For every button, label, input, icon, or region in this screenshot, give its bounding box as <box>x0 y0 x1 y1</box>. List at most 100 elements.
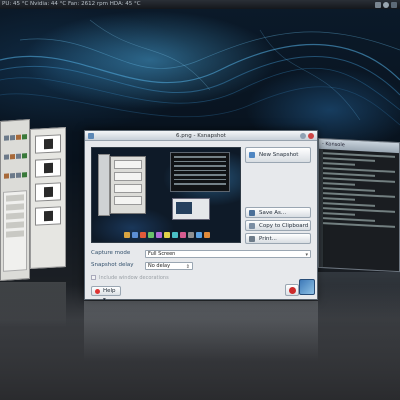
picker-tool-icon[interactable] <box>9 172 15 178</box>
capture-mode-value: Full Screen <box>148 251 176 257</box>
snapshot-delay-value: No delay <box>148 263 171 269</box>
camera-icon <box>249 152 255 158</box>
print-button[interactable]: Print... <box>245 233 311 244</box>
layer-thumbnail[interactable] <box>35 158 61 178</box>
network-icon[interactable] <box>375 1 381 8</box>
dock-app-icon <box>164 232 170 238</box>
close-icon[interactable] <box>308 133 314 139</box>
gimp-toolbox-window[interactable] <box>0 118 30 282</box>
preview-dock <box>122 232 212 240</box>
layers-window[interactable] <box>30 127 66 269</box>
snapshot-delay-spinbox[interactable]: No delay ⇕ <box>145 262 193 270</box>
spin-arrows-icon: ⇕ <box>185 264 190 270</box>
ksnapshot-logo-icon <box>299 279 315 295</box>
save-icon <box>249 210 255 216</box>
dock-app-icon <box>204 232 210 238</box>
layer-thumbnail[interactable] <box>35 206 61 226</box>
layer-thumbnail[interactable] <box>35 134 61 154</box>
path-tool-icon[interactable] <box>21 171 27 178</box>
preview-line <box>174 156 226 158</box>
brush-tool-icon[interactable] <box>3 153 9 160</box>
preview-line <box>174 169 226 171</box>
snapshot-preview[interactable] <box>91 147 241 243</box>
terminal-line <box>323 162 355 166</box>
preview-line <box>174 183 226 185</box>
option-row <box>6 230 24 238</box>
terminal-line <box>323 222 395 228</box>
window-reflection <box>0 282 66 327</box>
quit-icon <box>289 287 296 294</box>
text-tool-icon[interactable] <box>21 152 27 159</box>
quit-button[interactable] <box>285 284 299 296</box>
window-reflection <box>318 272 400 322</box>
select-tool-icon[interactable] <box>3 134 9 141</box>
include-decorations-label: Include window decorations <box>99 275 169 281</box>
include-decorations-checkbox[interactable] <box>91 274 96 280</box>
option-row <box>6 194 24 202</box>
copy-label: Copy to Clipboard <box>259 223 309 229</box>
dock-app-icon <box>148 232 154 238</box>
zoom-tool-icon[interactable] <box>3 172 9 179</box>
print-label: Print... <box>259 236 277 242</box>
dock-app-icon <box>180 232 186 238</box>
preview-ksnapshot <box>172 198 210 220</box>
eraser-tool-icon[interactable] <box>9 153 15 159</box>
terminal-line <box>323 157 375 162</box>
preview-line <box>174 165 226 167</box>
option-row <box>6 203 24 211</box>
sensor-readout: PU: 45 °C Nvidia: 44 °C Fan: 2612 rpm HD… <box>2 1 141 7</box>
dock-app-icon <box>196 232 202 238</box>
preview-line <box>174 178 226 180</box>
clipboard-icon <box>249 223 255 229</box>
lasso-tool-icon[interactable] <box>9 134 15 140</box>
toolbox-grid <box>3 124 27 183</box>
new-snapshot-button[interactable]: New Snapshot <box>245 147 311 163</box>
window-title: 6.png - Ksnapshot <box>176 133 226 139</box>
save-as-label: Save As... <box>259 210 287 216</box>
battery-icon[interactable] <box>391 1 397 8</box>
top-status-bar: PU: 45 °C Nvidia: 44 °C Fan: 2612 rpm HD… <box>0 0 400 9</box>
help-icon <box>95 289 100 294</box>
capture-mode-label: Capture mode <box>91 250 131 256</box>
save-as-button[interactable]: Save As... <box>245 207 311 218</box>
volume-icon[interactable] <box>383 1 389 8</box>
window-controls <box>300 133 314 139</box>
ksnapshot-window[interactable]: 6.png - Ksnapshot New Snapshot Save As..… <box>84 130 318 303</box>
preview-mini-image <box>176 202 192 214</box>
preview-toolbox <box>98 154 110 216</box>
snapshot-delay-label: Snapshot delay <box>91 262 134 268</box>
option-row <box>6 212 24 220</box>
crop-tool-icon[interactable] <box>15 134 21 140</box>
preview-line <box>174 174 226 176</box>
dock-app-icon <box>132 232 138 238</box>
move-tool-icon[interactable] <box>21 133 27 140</box>
preview-layers <box>110 156 146 214</box>
konsole-window[interactable]: - Konsole <box>318 137 400 273</box>
minimize-icon[interactable] <box>300 133 306 139</box>
dock-app-icon <box>172 232 178 238</box>
printer-icon <box>249 236 255 242</box>
tray-icons <box>375 0 400 9</box>
window-reflection <box>84 301 318 361</box>
dock-app-icon <box>140 232 146 238</box>
terminal-line <box>323 217 375 222</box>
clone-tool-icon[interactable] <box>15 172 21 178</box>
dock-app-icon <box>124 232 130 238</box>
preview-row <box>114 172 142 181</box>
help-button[interactable]: Help ▾ <box>91 286 121 303</box>
copy-to-clipboard-button[interactable]: Copy to Clipboard <box>245 220 311 231</box>
fill-tool-icon[interactable] <box>15 153 21 159</box>
terminal-line <box>323 212 355 216</box>
layer-thumbnail[interactable] <box>35 182 61 202</box>
preview-line <box>174 160 226 162</box>
help-label: Help <box>103 288 116 294</box>
include-decorations-row[interactable]: Include window decorations <box>91 274 169 282</box>
dock-app-icon <box>188 232 194 238</box>
preview-row <box>114 160 142 169</box>
konsole-title: - Konsole <box>319 138 399 154</box>
dock-app-icon <box>156 232 162 238</box>
ksnapshot-titlebar[interactable]: 6.png - Ksnapshot <box>85 131 317 141</box>
capture-mode-select[interactable]: Full Screen ▾ <box>145 250 311 258</box>
new-snapshot-label: New Snapshot <box>259 152 299 158</box>
terminal-line <box>323 172 375 177</box>
